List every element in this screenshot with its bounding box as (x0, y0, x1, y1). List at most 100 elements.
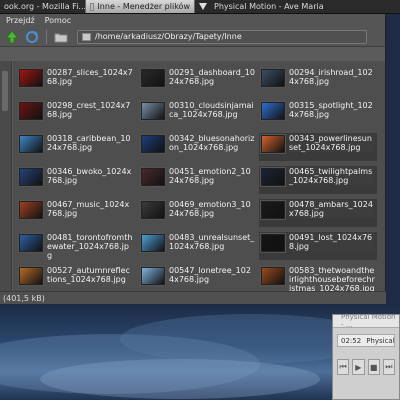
taskbar-task-label: ook.org - Mozilla Fi... (4, 2, 85, 11)
file-item[interactable]: 00465_twilightpalms_1024x768.jpg (259, 166, 377, 194)
menubar: Przejdź Pomoc (0, 14, 385, 27)
up-button[interactable] (4, 29, 20, 45)
file-view: 00287_slices_1024x768.jpg 00291_dashboard… (13, 61, 385, 291)
file-item[interactable]: 00478_ambars_1024x768.jpg (259, 199, 377, 227)
sidebar-toggle[interactable] (2, 71, 8, 111)
file-name: 00294_irishroad_1024x768.jpg (289, 68, 373, 86)
file-item[interactable]: 00294_irishroad_1024x768.jpg (259, 67, 377, 95)
taskbar-task-browser[interactable]: ook.org - Mozilla Fi... (0, 0, 85, 13)
file-thumbnail (141, 201, 165, 219)
menu-item-help[interactable]: Pomoc (45, 16, 72, 25)
taskbar: ook.org - Mozilla Fi... Inne - Menedżer … (0, 0, 400, 14)
file-thumbnail (261, 135, 285, 153)
play-icon: ▶ (355, 362, 362, 372)
file-item[interactable]: 00469_emotion3_1024x768.jpg (139, 199, 257, 227)
toolbar: /home/arkadiusz/Obrazy/Tapety/Inne (0, 27, 385, 47)
wave-shape (40, 359, 320, 399)
file-name: 00287_slices_1024x768.jpg (47, 68, 133, 86)
file-item[interactable]: 00342_bluesonahorizon_1024x768.jpg (139, 133, 257, 161)
file-item[interactable]: 00547_lonetree_1024x768.jpg (139, 265, 257, 291)
file-item[interactable]: 00318_caribbean_1024x768.jpg (17, 133, 135, 161)
play-button[interactable]: ▶ (352, 359, 365, 375)
player-title: Physical Motion - ... (333, 313, 399, 329)
file-name: 00478_ambars_1024x768.jpg (289, 200, 375, 218)
file-item[interactable]: 00483_unrealsunset_1024x768.jpg (139, 232, 257, 260)
stop-button[interactable]: ■ (367, 359, 380, 375)
file-item[interactable]: 00346_bwoko_1024x768.jpg (17, 166, 135, 194)
music-player-window: Physical Motion - ... 02:52 Physical M..… (332, 313, 400, 400)
stop-icon: ■ (369, 362, 378, 372)
file-thumbnail (19, 234, 43, 252)
file-item[interactable]: 00298_crest_1024x768.jpg (17, 100, 135, 128)
reload-button[interactable] (24, 29, 40, 45)
taskbar-task-player[interactable]: Physical Motion - Ave Maria (195, 0, 400, 13)
file-name: 00527_autumnreflections_1024x768.jpg (47, 266, 130, 284)
previous-button[interactable]: ⏮ (337, 359, 350, 375)
file-name: 00483_unrealsunset_1024x768.jpg (169, 233, 255, 251)
file-item[interactable]: 00315_spotlight_1024x768.jpg (259, 100, 377, 128)
next-icon: ⏭ (385, 362, 393, 371)
file-grid: 00287_slices_1024x768.jpg 00291_dashboard… (13, 61, 385, 291)
file-thumbnail (19, 267, 43, 285)
file-name: 00343_powerlinesunset_1024x768.jpg (289, 134, 375, 152)
file-thumbnail (141, 267, 165, 285)
file-thumbnail (19, 135, 43, 153)
file-name: 00491_lost_1024x768.jpg (289, 233, 375, 251)
file-name: 00481_torontofromthewater_1024x768.jpg (47, 233, 133, 260)
previous-icon: ⏮ (339, 362, 347, 371)
file-item[interactable]: 00467_music_1024x768.jpg (17, 199, 135, 227)
player-triangle-icon (199, 2, 208, 11)
file-thumbnail (261, 102, 285, 120)
file-name: 00298_crest_1024x768.jpg (47, 101, 131, 119)
file-name: 00547_lonetree_1024x768.jpg (169, 266, 251, 284)
file-name: 00451_emotion2_1024x768.jpg (169, 167, 251, 185)
next-button[interactable]: ⏭ (382, 359, 395, 375)
file-item[interactable]: 00287_slices_1024x768.jpg (17, 67, 135, 95)
file-name: 00291_dashboard_1024x768.jpg (169, 68, 255, 86)
toolbar-separator (46, 29, 47, 44)
statusbar: (401,5 kB) (0, 291, 386, 304)
status-text: (401,5 kB) (3, 293, 45, 303)
file-item[interactable]: 00343_powerlinesunset_1024x768.jpg (259, 133, 377, 161)
taskbar-task-label: Physical Motion - Ave Maria (214, 2, 324, 11)
file-item[interactable]: 00291_dashboard_1024x768.jpg (139, 67, 257, 95)
file-name: 00467_music_1024x768.jpg (47, 200, 130, 218)
file-name: 00315_spotlight_1024x768.jpg (289, 101, 373, 119)
player-info: 02:52 Physical M... (337, 334, 395, 347)
folder-icon (90, 2, 95, 11)
file-name: 00310_cloudsinjamaica_1024x768.jpg (169, 101, 254, 119)
location-path: /home/arkadiusz/Obrazy/Tapety/Inne (95, 32, 242, 41)
reload-icon (26, 30, 38, 43)
up-arrow-icon (5, 29, 19, 43)
file-item[interactable]: 00481_torontofromthewater_1024x768.jpg (17, 232, 135, 260)
taskbar-task-file-manager[interactable]: Inne - Menedżer plików (85, 0, 195, 13)
file-item[interactable]: 00583_thetwoandtheirlighthousebeforechri… (259, 265, 377, 291)
player-track: Physical M... (366, 336, 395, 345)
file-thumbnail (261, 168, 285, 186)
file-thumbnail (141, 69, 165, 87)
file-thumbnail (261, 267, 285, 285)
file-name: 00469_emotion3_1024x768.jpg (169, 200, 251, 218)
folder-icon (54, 33, 68, 42)
file-item[interactable]: 00491_lost_1024x768.jpg (259, 232, 377, 260)
folder-button[interactable] (53, 29, 69, 45)
file-manager-window: Przejdź Pomoc /home/arkadiusz/Obrazy/Tap… (0, 14, 386, 304)
file-thumbnail (261, 201, 285, 219)
file-thumbnail (141, 234, 165, 252)
file-thumbnail (261, 234, 285, 252)
file-name: 00583_thetwoandtheirlighthousebeforechri… (289, 266, 375, 291)
file-thumbnail (19, 201, 43, 219)
file-name: 00342_bluesonahorizon_1024x768.jpg (169, 134, 255, 152)
location-bar[interactable]: /home/arkadiusz/Obrazy/Tapety/Inne (77, 29, 367, 44)
menu-item-go[interactable]: Przejdź (6, 16, 35, 25)
file-thumbnail (19, 168, 43, 186)
file-item[interactable]: 00310_cloudsinjamaica_1024x768.jpg (139, 100, 257, 128)
file-thumbnail (141, 102, 165, 120)
file-item[interactable]: 00527_autumnreflections_1024x768.jpg (17, 265, 135, 291)
taskbar-task-label: Inne - Menedżer plików (97, 2, 190, 11)
file-thumbnail (19, 69, 43, 87)
player-controls: ⏮ ▶ ■ ⏭ (337, 359, 395, 375)
file-item[interactable]: 00451_emotion2_1024x768.jpg (139, 166, 257, 194)
file-thumbnail (261, 69, 285, 87)
file-thumbnail (19, 102, 43, 120)
